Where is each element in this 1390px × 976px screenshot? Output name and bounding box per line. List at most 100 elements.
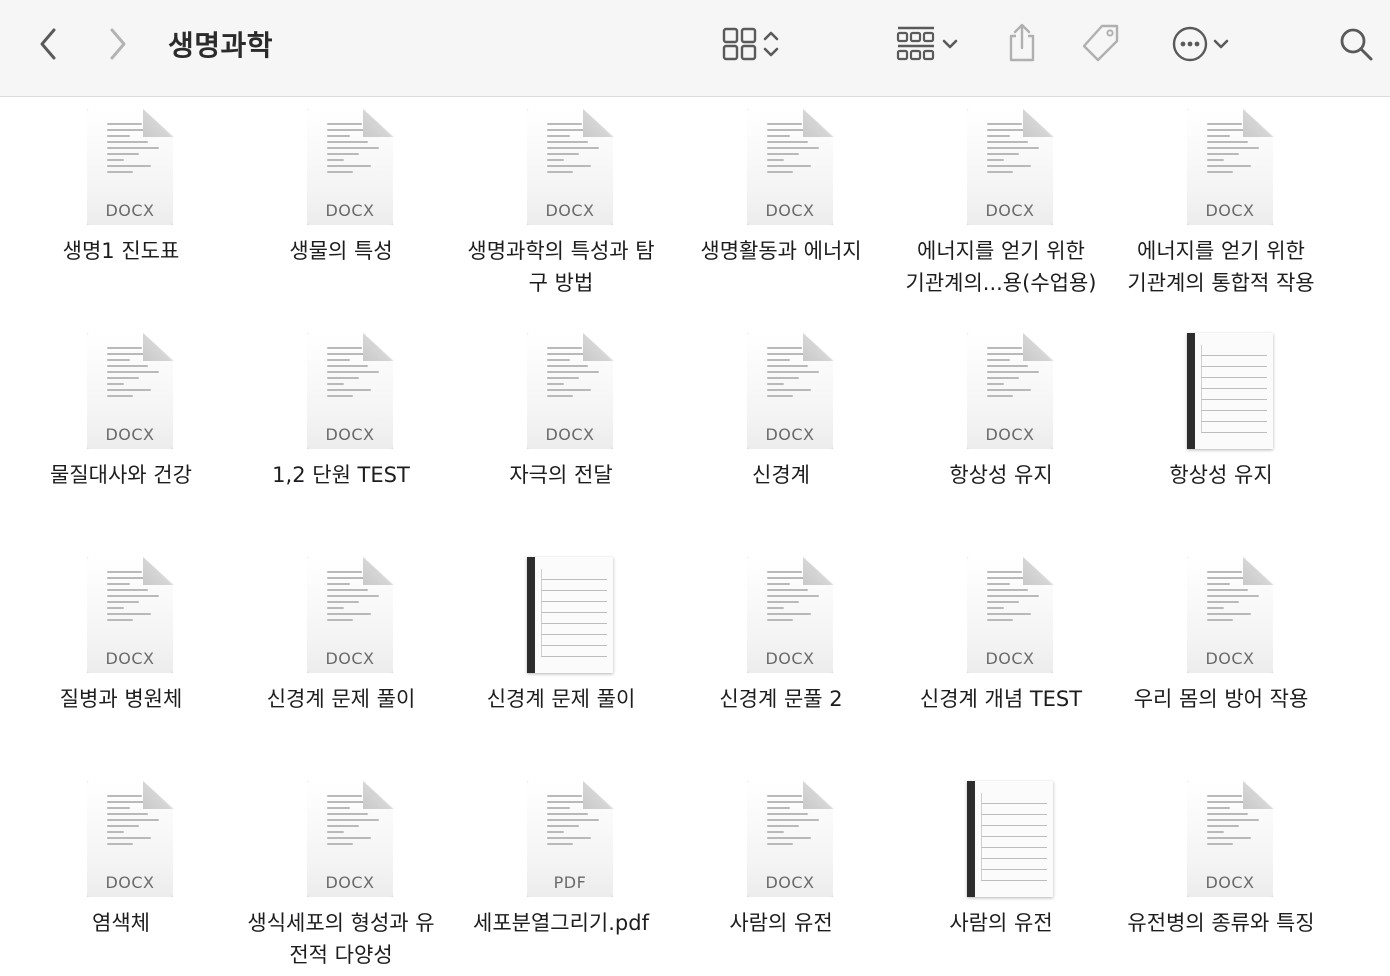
file-thumbnail: DOCX	[79, 557, 174, 677]
page-fold-icon	[143, 109, 174, 137]
file-name: 사람의 유전	[729, 911, 833, 935]
file-item[interactable]: 항상성 유지	[1111, 321, 1331, 545]
file-type-label: DOCX	[325, 873, 375, 892]
file-item[interactable]: DOCX 항상성 유지	[891, 321, 1111, 545]
file-item[interactable]: DOCX 신경계	[671, 321, 891, 545]
page-fold-icon	[363, 781, 394, 809]
file-name: 자극의 전달	[509, 463, 613, 487]
file-thumbnail: DOCX	[79, 781, 174, 901]
file-item[interactable]: DOCX 에너지를 얻기 위한 기관계의 통합적 작용	[1111, 97, 1331, 321]
file-item[interactable]: DOCX 질병과 병원체	[11, 545, 231, 769]
file-item[interactable]: PDF 세포분열그리기.pdf	[451, 769, 671, 976]
page-fold-icon	[803, 557, 834, 585]
file-item[interactable]: 신경계 문제 풀이	[451, 545, 671, 769]
file-name: 1,2 단원 TEST	[272, 463, 410, 487]
file-item[interactable]: DOCX 신경계 개념 TEST	[891, 545, 1111, 769]
file-thumbnail: DOCX	[1179, 557, 1274, 677]
view-mode-button[interactable]	[712, 22, 792, 66]
file-item[interactable]: DOCX 유전병의 종류와 특징	[1111, 769, 1331, 976]
file-thumbnail: DOCX	[79, 333, 174, 453]
file-item[interactable]: DOCX 염색체	[11, 769, 231, 976]
file-type-label: DOCX	[1205, 649, 1255, 668]
document-preview-icon	[1187, 333, 1273, 449]
file-thumbnail: DOCX	[959, 109, 1054, 229]
more-actions-icon	[1172, 26, 1208, 62]
back-button[interactable]	[30, 24, 66, 64]
group-by-button[interactable]	[888, 22, 968, 66]
file-type-label: DOCX	[105, 201, 155, 220]
more-actions-button[interactable]	[1164, 22, 1240, 66]
share-icon	[1009, 23, 1035, 62]
file-item[interactable]: DOCX 우리 몸의 방어 작용	[1111, 545, 1331, 769]
file-name: 질병과 병원체	[59, 687, 183, 711]
share-button[interactable]	[1000, 20, 1044, 66]
file-item[interactable]: 사람의 유전	[891, 769, 1111, 976]
file-thumbnail: DOCX	[959, 333, 1054, 453]
file-name: 유전병의 종류와 특징	[1127, 911, 1315, 935]
file-type-label: DOCX	[105, 425, 155, 444]
file-name: 생명1 진도표	[62, 239, 180, 263]
page-fold-icon	[1243, 557, 1274, 585]
file-item[interactable]: DOCX 에너지를 얻기 위한 기관계의...용(수업용)	[891, 97, 1111, 321]
file-name: 신경계 문풀 2	[719, 687, 843, 711]
file-name: 신경계 문제 풀이	[486, 687, 636, 711]
file-name: 항상성 유지	[949, 463, 1053, 487]
file-type-label: DOCX	[325, 425, 375, 444]
group-by-icon	[896, 26, 935, 61]
page-fold-icon	[1243, 781, 1274, 809]
file-name: 세포분열그리기.pdf	[473, 911, 649, 935]
file-item[interactable]: DOCX 생명활동과 에너지	[671, 97, 891, 321]
page-fold-icon	[583, 781, 614, 809]
search-button[interactable]	[1334, 22, 1378, 66]
page-fold-icon	[1023, 109, 1054, 137]
page-fold-icon	[363, 557, 394, 585]
file-thumbnail: DOCX	[959, 557, 1054, 677]
file-thumbnail: DOCX	[79, 109, 174, 229]
file-item[interactable]: DOCX 생명1 진도표	[11, 97, 231, 321]
file-name: 물질대사와 건강	[50, 463, 192, 487]
file-item[interactable]: DOCX 자극의 전달	[451, 321, 671, 545]
file-type-label: DOCX	[105, 649, 155, 668]
file-name: 사람의 유전	[949, 911, 1053, 935]
file-name: 항상성 유지	[1169, 463, 1273, 487]
file-item[interactable]: DOCX 생식세포의 형성과 유 전적 다양성	[231, 769, 451, 976]
file-name: 에너지를 얻기 위한 기관계의 통합적 작용	[1127, 239, 1315, 295]
page-fold-icon	[363, 109, 394, 137]
page-fold-icon	[803, 333, 834, 361]
file-item[interactable]: DOCX 1,2 단원 TEST	[231, 321, 451, 545]
file-item[interactable]: DOCX 신경계 문풀 2	[671, 545, 891, 769]
file-thumbnail: DOCX	[299, 557, 394, 677]
file-type-label: DOCX	[985, 425, 1035, 444]
file-type-label: DOCX	[765, 873, 815, 892]
chevron-right-icon	[110, 28, 126, 60]
tag-button[interactable]	[1078, 20, 1124, 66]
chevron-left-icon	[40, 28, 56, 60]
file-thumbnail: DOCX	[1179, 781, 1274, 901]
file-name: 생명과학의 특성과 탐구 방법	[467, 239, 655, 295]
file-name: 신경계 문제 풀이	[266, 687, 416, 711]
file-name: 신경계 개념 TEST	[919, 687, 1083, 711]
grid-view-icon	[722, 27, 757, 61]
file-item[interactable]: DOCX 신경계 문제 풀이	[231, 545, 451, 769]
toolbar: 생명과학	[0, 0, 1390, 97]
file-type-label: DOCX	[765, 201, 815, 220]
file-item[interactable]: DOCX 물질대사와 건강	[11, 321, 231, 545]
file-name: 염색체	[92, 911, 150, 935]
file-thumbnail: DOCX	[739, 333, 834, 453]
file-thumbnail: DOCX	[299, 781, 394, 901]
page-fold-icon	[1023, 557, 1054, 585]
file-item[interactable]: DOCX 생물의 특성	[231, 97, 451, 321]
page-fold-icon	[363, 333, 394, 361]
file-type-label: DOCX	[1205, 873, 1255, 892]
page-fold-icon	[143, 333, 174, 361]
forward-button[interactable]	[100, 24, 136, 64]
file-thumbnail: DOCX	[739, 109, 834, 229]
file-type-label: DOCX	[985, 201, 1035, 220]
file-thumbnail	[1179, 333, 1273, 453]
file-type-label: DOCX	[545, 425, 595, 444]
page-fold-icon	[143, 781, 174, 809]
file-item[interactable]: DOCX 생명과학의 특성과 탐구 방법	[451, 97, 671, 321]
page-fold-icon	[143, 557, 174, 585]
page-fold-icon	[803, 109, 834, 137]
file-item[interactable]: DOCX 사람의 유전	[671, 769, 891, 976]
